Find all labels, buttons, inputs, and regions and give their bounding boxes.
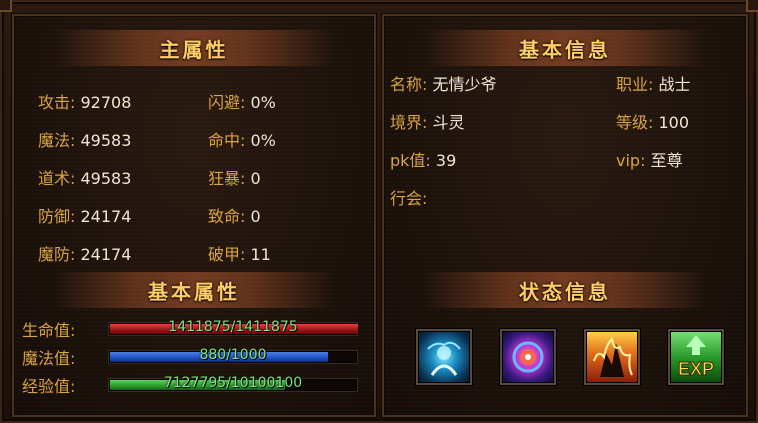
attack-row: 攻击: 92708 bbox=[38, 89, 131, 113]
pk-row: pk值: 39 bbox=[390, 147, 456, 171]
purple-orb-buff-icon[interactable] bbox=[500, 329, 556, 385]
hp-label: 生命值: bbox=[22, 321, 76, 340]
basic-info-title: 基本信息 bbox=[424, 30, 706, 66]
blue-spirit-glyph bbox=[427, 341, 461, 376]
guild-row: 行会: bbox=[390, 185, 427, 209]
pk-label: pk值: bbox=[390, 151, 431, 170]
taoism-row: 道术: 49583 bbox=[38, 165, 131, 189]
hit-label: 命中: bbox=[208, 131, 246, 150]
vip-row: vip: 至尊 bbox=[616, 147, 683, 171]
blue-spirit-buff-icon[interactable] bbox=[416, 329, 472, 385]
armor-break-value: 11 bbox=[250, 245, 271, 264]
magic-row: 魔法: 49583 bbox=[38, 127, 131, 151]
defense-row: 防御: 24174 bbox=[38, 203, 131, 227]
defense-value: 24174 bbox=[80, 207, 132, 226]
magic-defense-label: 魔防: bbox=[38, 245, 76, 264]
class-label: 职业: bbox=[616, 75, 654, 94]
guild-label: 行会: bbox=[390, 189, 428, 208]
frame-corner-top-left bbox=[0, 0, 12, 12]
realm-value: 斗灵 bbox=[432, 113, 465, 132]
status-info-title: 状态信息 bbox=[424, 272, 706, 308]
info-panel: 基本信息 名称: 无情少爷 境界: 斗灵 pk值: 39 行会: 职业: 战士 … bbox=[382, 14, 748, 417]
attack-value: 92708 bbox=[80, 93, 132, 112]
mp-bar: 880/1000 bbox=[108, 347, 358, 364]
mp-label: 魔法值: bbox=[22, 349, 76, 368]
level-label: 等级: bbox=[616, 113, 654, 132]
character-info-window: 主属性 攻击: 92708 魔法: 49583 道术: 49583 防御: 24… bbox=[0, 0, 758, 423]
level-row: 等级: 100 bbox=[616, 109, 689, 133]
critical-value: 0 bbox=[250, 207, 261, 226]
pk-value: 39 bbox=[435, 151, 457, 170]
fire-rage-buff-icon[interactable] bbox=[584, 329, 640, 385]
defense-label: 防御: bbox=[38, 207, 76, 226]
exp-boost-glyph: EXP bbox=[677, 335, 715, 380]
armor-break-row: 破甲: 11 bbox=[208, 241, 271, 265]
berserk-row: 狂暴: 0 bbox=[208, 165, 261, 189]
dodge-value: 0% bbox=[250, 93, 276, 112]
mp-text: 880/1000 bbox=[199, 347, 267, 363]
name-value: 无情少爷 bbox=[432, 75, 497, 94]
vip-label: vip: bbox=[616, 151, 646, 170]
attributes-panel: 主属性 攻击: 92708 魔法: 49583 道术: 49583 防御: 24… bbox=[12, 14, 376, 417]
critical-row: 致命: 0 bbox=[208, 203, 261, 227]
main-attributes-title: 主属性 bbox=[54, 30, 334, 66]
hit-row: 命中: 0% bbox=[208, 127, 276, 151]
exp-text: 7127795/10100100 bbox=[163, 375, 303, 391]
frame-corner-top-right bbox=[746, 0, 758, 12]
magic-label: 魔法: bbox=[38, 131, 76, 150]
berserk-label: 狂暴: bbox=[208, 169, 246, 188]
basic-attributes-title: 基本属性 bbox=[54, 272, 334, 308]
taoism-value: 49583 bbox=[80, 169, 132, 188]
exp-bar: 7127795/10100100 bbox=[108, 375, 358, 392]
magic-defense-row: 魔防: 24174 bbox=[38, 241, 131, 265]
realm-row: 境界: 斗灵 bbox=[390, 109, 465, 133]
exp-icon-text: EXP bbox=[678, 359, 714, 379]
dodge-row: 闪避: 0% bbox=[208, 89, 276, 113]
purple-orb-glyph bbox=[512, 341, 544, 373]
magic-value: 49583 bbox=[80, 131, 132, 150]
level-value: 100 bbox=[658, 113, 690, 132]
realm-label: 境界: bbox=[390, 113, 428, 132]
critical-label: 致命: bbox=[208, 207, 246, 226]
hit-value: 0% bbox=[250, 131, 276, 150]
magic-defense-value: 24174 bbox=[80, 245, 132, 264]
vip-value: 至尊 bbox=[650, 151, 683, 170]
attack-label: 攻击: bbox=[38, 93, 76, 112]
hp-text: 1411875/1411875 bbox=[168, 319, 298, 335]
berserk-value: 0 bbox=[250, 169, 261, 188]
dodge-label: 闪避: bbox=[208, 93, 246, 112]
name-label: 名称: bbox=[390, 75, 428, 94]
exp-label: 经验值: bbox=[22, 377, 76, 396]
exp-boost-icon[interactable]: EXP bbox=[668, 329, 724, 385]
taoism-label: 道术: bbox=[38, 169, 76, 188]
hp-bar: 1411875/1411875 bbox=[108, 319, 358, 336]
name-row: 名称: 无情少爷 bbox=[390, 71, 497, 95]
class-row: 职业: 战士 bbox=[616, 71, 691, 95]
armor-break-label: 破甲: bbox=[208, 245, 246, 264]
fire-rage-glyph bbox=[593, 336, 633, 377]
class-value: 战士 bbox=[658, 75, 691, 94]
